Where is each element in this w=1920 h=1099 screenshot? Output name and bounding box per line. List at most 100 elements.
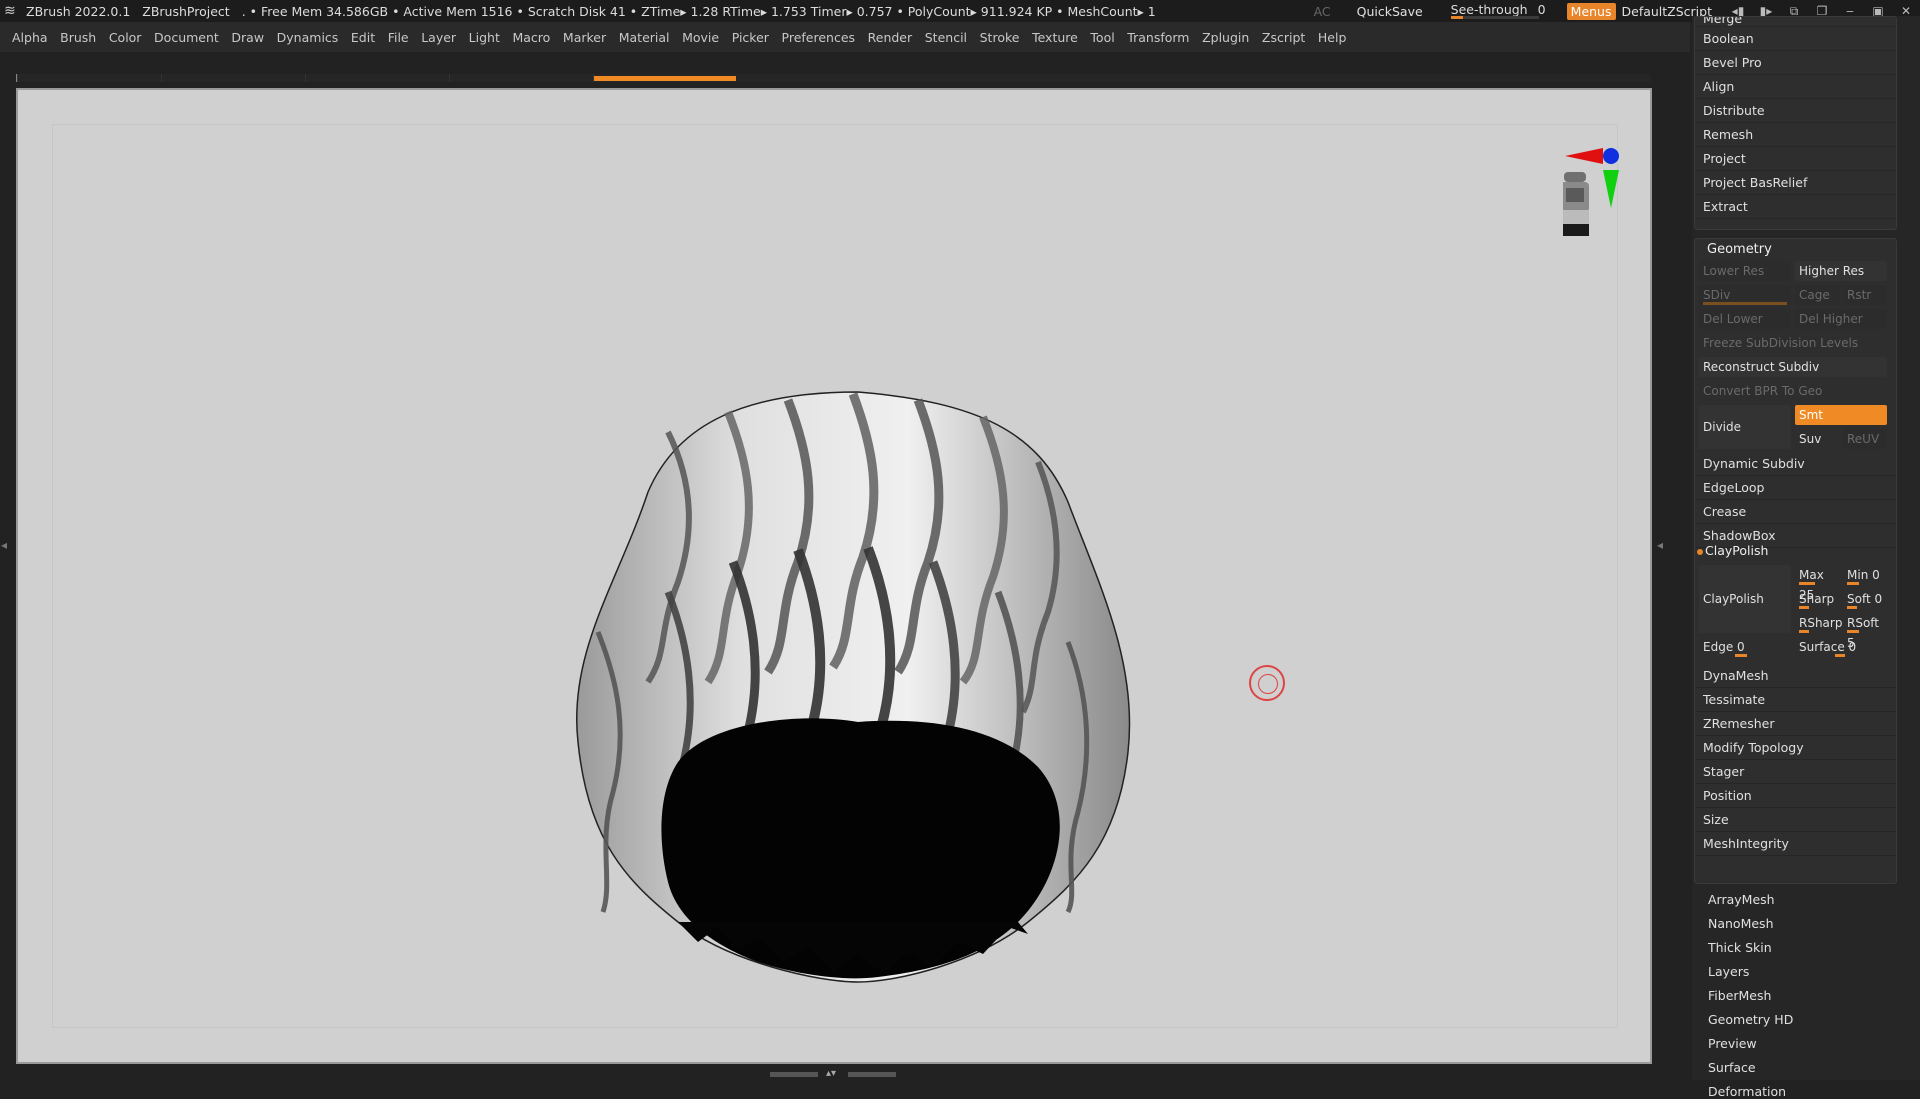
rsoft-slider[interactable]: RSoft 5 [1843,613,1887,650]
smt-toggle[interactable]: Smt [1795,405,1887,425]
navigation-gizmo[interactable] [1563,112,1633,252]
reconstruct-subdiv-button[interactable]: Reconstruct Subdiv [1699,357,1887,377]
geometry-tessimate[interactable]: Tessimate [1695,688,1896,712]
menu-item-dynamics[interactable]: Dynamics [277,30,339,45]
chevron-left-icon: ◂ [1657,538,1664,552]
menu-item-color[interactable]: Color [109,30,142,45]
subpalette-deformation[interactable]: Deformation [1708,1084,1786,1099]
menu-item-zscript[interactable]: Zscript [1262,30,1305,45]
menu-item-stencil[interactable]: Stencil [925,30,967,45]
menu-item-render[interactable]: Render [868,30,913,45]
divide-button[interactable]: Divide [1699,405,1791,449]
subpalette-fibermesh[interactable]: FiberMesh [1708,988,1771,1003]
sdiv-track [1703,302,1787,305]
reuv-toggle[interactable]: ReUV [1843,429,1887,449]
subpalette-arraymesh[interactable]: ArrayMesh [1708,892,1775,907]
geometry-modify-topology[interactable]: Modify Topology [1695,736,1896,760]
menu-item-edit[interactable]: Edit [351,30,375,45]
menu-item-help[interactable]: Help [1318,30,1347,45]
subpalette-layers[interactable]: Layers [1708,964,1749,979]
see-through-slider[interactable]: See-through 0 [1447,2,1547,20]
subpalette-nanomesh[interactable]: NanoMesh [1708,916,1774,931]
tool-action-bevel-pro[interactable]: Bevel Pro [1695,51,1896,75]
geometry-dynamesh[interactable]: DynaMesh [1695,664,1896,688]
menu-item-file[interactable]: File [388,30,409,45]
tab-slot[interactable] [450,74,594,82]
surface-slider[interactable]: Surface 0 [1795,637,1887,657]
active-tab-indicator[interactable] [594,76,736,81]
geometry-zremesher[interactable]: ZRemesher [1695,712,1896,736]
geometry-title[interactable]: Geometry [1707,242,1772,257]
soft-slider[interactable]: Soft 0 [1843,589,1887,609]
claypolish-button[interactable]: ClayPolish [1699,565,1791,633]
tool-action-project-basrelief[interactable]: Project BasRelief [1695,171,1896,195]
tool-action-remesh[interactable]: Remesh [1695,123,1896,147]
menu-item-movie[interactable]: Movie [682,30,719,45]
geometry-position[interactable]: Position [1695,784,1896,808]
ac-button[interactable]: AC [1314,4,1331,19]
subpalette-thick-skin[interactable]: Thick Skin [1708,940,1772,955]
del-higher-button[interactable]: Del Higher [1795,309,1887,329]
del-lower-button[interactable]: Del Lower [1699,309,1791,329]
geometry-dynamic-subdiv[interactable]: Dynamic Subdiv [1695,452,1896,476]
tool-action-project[interactable]: Project [1695,147,1896,171]
menu-item-light[interactable]: Light [469,30,500,45]
subpalette-preview[interactable]: Preview [1708,1036,1757,1051]
geometry-size[interactable]: Size [1695,808,1896,832]
cage-button[interactable]: Cage [1795,285,1841,305]
freeze-subdiv-button[interactable]: Freeze SubDivision Levels [1699,333,1887,353]
menu-item-picker[interactable]: Picker [732,30,769,45]
menu-item-marker[interactable]: Marker [563,30,606,45]
tool-action-merge[interactable]: Merge [1695,17,1896,27]
rsoft-fill [1847,630,1859,633]
menu-item-document[interactable]: Document [154,30,219,45]
menu-item-transform[interactable]: Transform [1127,30,1189,45]
subpalette-geometry-hd[interactable]: Geometry HD [1708,1012,1793,1027]
tool-action-boolean[interactable]: Boolean [1695,27,1896,51]
menu-item-texture[interactable]: Texture [1032,30,1078,45]
lower-res-button[interactable]: Lower Res [1699,261,1791,281]
right-tray-handle[interactable]: ◂ [1656,488,1666,618]
quicksave-button[interactable]: QuickSave [1357,4,1423,19]
bottom-tray-handle[interactable]: ▴▾ [770,1069,900,1080]
surface-label: Surface 0 [1799,640,1857,654]
menu-item-tool[interactable]: Tool [1090,30,1114,45]
menu-item-brush[interactable]: Brush [60,30,96,45]
menu-item-stroke[interactable]: Stroke [980,30,1020,45]
tool-action-distribute[interactable]: Distribute [1695,99,1896,123]
claypolish-active-dot [1697,549,1703,555]
menu-item-layer[interactable]: Layer [421,30,456,45]
tab-slot[interactable] [18,74,162,82]
left-tray-handle[interactable]: ◂ [0,488,10,618]
sculpt-mesh[interactable] [558,322,1158,992]
rstr-button[interactable]: Rstr [1843,285,1887,305]
sdiv-slider[interactable]: SDiv [1699,285,1791,305]
geometry-meshintegrity[interactable]: MeshIntegrity [1695,832,1896,856]
edge-slider[interactable]: Edge 0 [1699,637,1791,657]
tab-slot[interactable] [306,74,450,82]
menu-item-material[interactable]: Material [619,30,670,45]
geometry-crease[interactable]: Crease [1695,500,1896,524]
claypolish-header[interactable]: ClayPolish [1705,543,1768,558]
menu-item-alpha[interactable]: Alpha [12,30,48,45]
document-canvas[interactable] [16,88,1652,1064]
subpalette-surface[interactable]: Surface [1708,1060,1756,1075]
rsharp-slider[interactable]: RSharp [1795,613,1842,633]
tab-slot[interactable] [162,74,306,82]
suv-toggle[interactable]: Suv [1795,429,1841,449]
tool-action-extract[interactable]: Extract [1695,195,1896,219]
sharp-slider[interactable]: Sharp [1795,589,1839,609]
document-tab-strip[interactable] [16,74,1650,82]
min-slider[interactable]: Min 0 [1843,565,1887,585]
convert-bpr-button[interactable]: Convert BPR To Geo [1699,381,1887,401]
max-slider[interactable]: Max 25 [1795,565,1839,602]
menu-item-macro[interactable]: Macro [512,30,550,45]
geometry-edgeloop[interactable]: EdgeLoop [1695,476,1896,500]
tool-action-align[interactable]: Align [1695,75,1896,99]
higher-res-button[interactable]: Higher Res [1795,261,1887,281]
menu-item-draw[interactable]: Draw [231,30,264,45]
menu-item-preferences[interactable]: Preferences [782,30,856,45]
menus-toggle[interactable]: Menus [1566,2,1616,20]
geometry-stager[interactable]: Stager [1695,760,1896,784]
menu-item-zplugin[interactable]: Zplugin [1202,30,1249,45]
